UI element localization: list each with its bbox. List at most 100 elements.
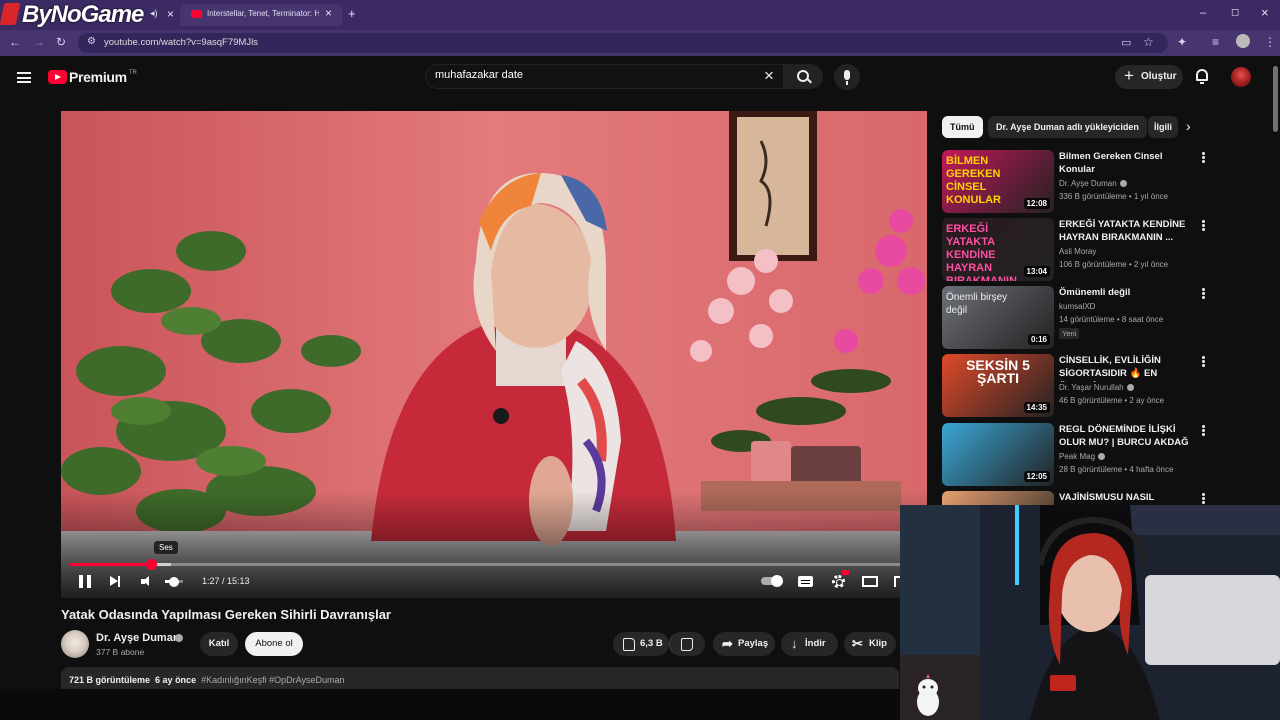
recommendation-title[interactable]: CİNSELLİK, EVLİLİĞİN SİGORTASIDIR 🔥 EN Ö… [1059, 354, 1194, 382]
recommendation-item[interactable]: ERKEĞİ YATAKTA KENDİNE HAYRAN BIRAKMANIN… [942, 218, 1205, 284]
tab-close-icon[interactable]: × [325, 6, 332, 20]
recommendation-meta: 28 B görüntüleme • 4 hafta önce [1059, 465, 1174, 474]
account-avatar[interactable] [1231, 67, 1251, 87]
search-box[interactable]: × [425, 64, 785, 89]
reload-icon[interactable]: ↻ [56, 35, 66, 49]
channel-name-text: kumsalXD [1059, 302, 1096, 311]
recommendation-item[interactable]: SEKSİN 5 ŞARTI 14:35 CİNSELLİK, EVLİLİĞİN … [942, 354, 1205, 420]
browser-menu-icon[interactable]: ⋮ [1264, 35, 1276, 49]
thumbnail-text: Önemli birşey değil [946, 292, 1008, 316]
more-actions-icon[interactable] [1202, 356, 1205, 359]
thumbnail-text: SEKSİN 5 ŞARTI [966, 357, 1030, 386]
video-thumbnail[interactable]: ERKEĞİ YATAKTA KENDİNE HAYRAN BIRAKMANIN… [942, 218, 1054, 281]
recommendation-item[interactable]: Önemli birşey değil 0:16 Ömünemli değil kum… [942, 286, 1205, 352]
url-text[interactable]: youtube.com/watch?v=9asqF79MJls [104, 37, 258, 48]
next-video-icon[interactable] [110, 575, 120, 587]
tab-close-icon[interactable]: × [167, 7, 174, 21]
verified-badge-icon [1119, 180, 1127, 187]
maximize-button[interactable]: ◻ [1231, 7, 1239, 18]
subscribe-button[interactable]: Abone ol [245, 632, 303, 656]
volume-slider[interactable] [165, 576, 183, 587]
media-controls-icon[interactable]: ≡ [1212, 35, 1219, 49]
recommendation-channel[interactable]: Peak Mag [1059, 452, 1106, 461]
played-bar [69, 563, 151, 566]
volume-tooltip: Ses [154, 541, 178, 554]
notifications-bell-icon[interactable] [1196, 69, 1208, 84]
channel-name[interactable]: Dr. Ayşe Duman [96, 632, 180, 644]
browser-tab-youtube[interactable]: Interstellar, Tenet, Terminator: H × [180, 4, 342, 26]
install-app-icon[interactable]: ▭ [1121, 36, 1131, 49]
progress-bar[interactable] [69, 559, 919, 570]
voice-search-icon[interactable] [834, 64, 860, 90]
recommendation-item[interactable]: BİLMEN GEREKEN CİNSEL KONULAR 12:08 Bilmen… [942, 150, 1205, 216]
share-button[interactable]: Paylaş [713, 632, 775, 656]
volume-handle[interactable] [169, 576, 179, 587]
hashtags[interactable]: #KadınlığınKeşfi #OpDrAyseDuman [201, 675, 344, 685]
recommendation-title[interactable]: REGL DÖNEMİNDE İLİŞKİ OLUR MU? | BURCU A… [1059, 423, 1194, 451]
recommendation-meta: 14 görüntüleme • 8 saat önce [1059, 315, 1164, 324]
forward-icon[interactable]: → [33, 35, 45, 49]
video-player[interactable]: Ses 1:27 / 15:13 [61, 111, 927, 598]
duration-badge: 0:16 [1027, 334, 1050, 345]
theater-mode-icon[interactable] [862, 576, 878, 587]
subtitles-icon[interactable] [798, 576, 813, 587]
close-window-button[interactable]: × [1261, 5, 1269, 20]
download-button[interactable]: İndir [781, 632, 838, 656]
bookmark-star-icon[interactable]: ☆ [1143, 35, 1154, 49]
create-button[interactable]: Oluştur [1115, 64, 1183, 89]
video-thumbnail[interactable]: 12:05 [942, 423, 1054, 486]
mute-icon[interactable]: ◂) [150, 8, 158, 19]
subscriber-count: 377 B abone [96, 647, 145, 657]
bottom-overlay [0, 689, 900, 720]
recommendation-title[interactable]: Ömünemli değil [1059, 286, 1194, 299]
site-info-icon[interactable]: ⚙ [87, 36, 96, 47]
scrubber-handle[interactable] [145, 559, 157, 570]
like-button[interactable]: 6,3 B [613, 632, 669, 656]
clear-search-icon[interactable]: × [764, 66, 774, 86]
youtube-premium-logo[interactable]: Premium TR [48, 69, 137, 87]
chip-related[interactable]: İlgili [1148, 116, 1178, 138]
chevron-right-icon[interactable]: › [1186, 118, 1191, 134]
scrollbar-thumb[interactable] [1273, 66, 1278, 132]
tab-title: Interstellar, Tenet, Terminator: H [207, 9, 319, 18]
duration-badge: 13:04 [1023, 266, 1050, 277]
recommendation-item[interactable]: 12:05 REGL DÖNEMİNDE İLİŞKİ OLUR MU? | BU… [942, 423, 1205, 489]
channel-name-text: Dr. Ayşe Duman [1059, 179, 1117, 188]
more-actions-icon[interactable] [1202, 288, 1205, 291]
recommendation-title[interactable]: ERKEĞİ YATAKTA KENDİNE HAYRAN BIRAKMANIN… [1059, 218, 1194, 244]
clip-button[interactable]: Klip [844, 632, 896, 656]
recommendation-channel[interactable]: kumsalXD [1059, 302, 1095, 311]
video-thumbnail[interactable]: SEKSİN 5 ŞARTI 14:35 [942, 354, 1054, 417]
recommendation-title[interactable]: Bilmen Gereken Cinsel Konular [1059, 150, 1194, 176]
url-field[interactable]: ⚙ youtube.com/watch?v=9asqF79MJls [78, 33, 1168, 53]
more-actions-icon[interactable] [1202, 220, 1205, 223]
recommendation-channel[interactable]: Asli Moray [1059, 247, 1096, 256]
more-actions-icon[interactable] [1202, 152, 1205, 155]
recommendation-channel[interactable]: Dr. Ayşe Duman [1059, 179, 1127, 188]
autoplay-toggle[interactable] [761, 575, 783, 587]
chip-all[interactable]: Tümü [942, 116, 983, 138]
channel-avatar[interactable] [61, 630, 89, 658]
duration-badge: 12:05 [1023, 471, 1050, 482]
video-thumbnail[interactable]: BİLMEN GEREKEN CİNSEL KONULAR 12:08 [942, 150, 1054, 213]
more-actions-icon[interactable] [1202, 425, 1205, 428]
extensions-icon[interactable]: ✦ [1177, 35, 1187, 49]
new-tab-button[interactable]: + [348, 6, 356, 21]
browser-address-bar: ← → ↻ ⚙ youtube.com/watch?v=9asqF79MJls … [0, 30, 1280, 56]
more-actions-icon[interactable] [1202, 493, 1205, 496]
hamburger-menu-icon[interactable] [17, 72, 31, 83]
search-button[interactable] [783, 64, 823, 89]
duration-badge: 12:08 [1023, 198, 1050, 209]
back-icon[interactable]: ← [9, 35, 21, 49]
chip-uploader[interactable]: Dr. Ayşe Duman adlı yükleyiciden [988, 116, 1147, 138]
search-input[interactable] [435, 69, 735, 81]
video-thumbnail[interactable]: Önemli birşey değil 0:16 [942, 286, 1054, 349]
volume-icon[interactable] [141, 576, 153, 587]
settings-gear-icon[interactable] [832, 575, 845, 588]
profile-icon[interactable] [1236, 34, 1250, 48]
pause-icon[interactable] [79, 575, 91, 588]
join-button[interactable]: Katıl [200, 632, 238, 656]
dislike-button[interactable] [669, 632, 705, 656]
minimize-button[interactable]: – [1200, 7, 1206, 19]
recommendation-channel[interactable]: Dr. Yaşar Nurullah [1059, 383, 1134, 392]
